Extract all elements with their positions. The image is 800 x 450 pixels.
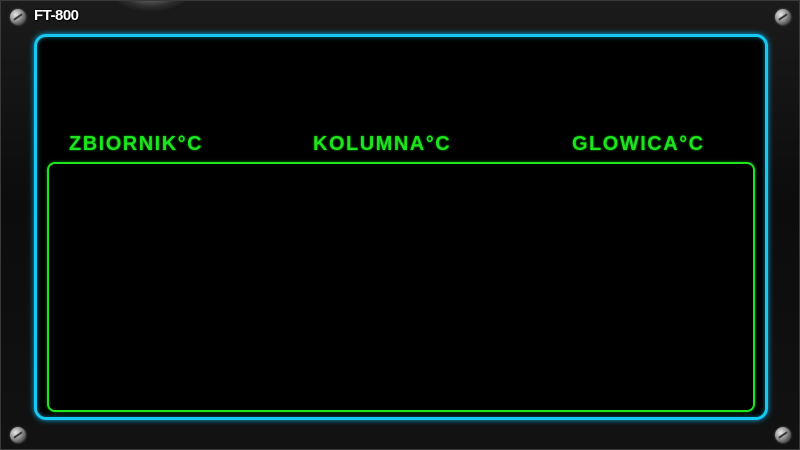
device-frame: FT-800 ZBIORNIK°C KOLUMNA°C GLOWICA°C xyxy=(0,0,800,450)
temperature-panel xyxy=(47,162,755,412)
header-zbiornik: ZBIORNIK°C xyxy=(69,133,204,155)
header-kolumna: KOLUMNA°C xyxy=(313,133,452,155)
screw-icon xyxy=(10,427,26,443)
app-title: FT-800 xyxy=(34,7,79,24)
header-glowica: GLOWICA°C xyxy=(572,133,705,155)
screw-icon xyxy=(775,427,791,443)
screw-icon xyxy=(10,9,26,25)
screw-icon xyxy=(775,9,791,25)
